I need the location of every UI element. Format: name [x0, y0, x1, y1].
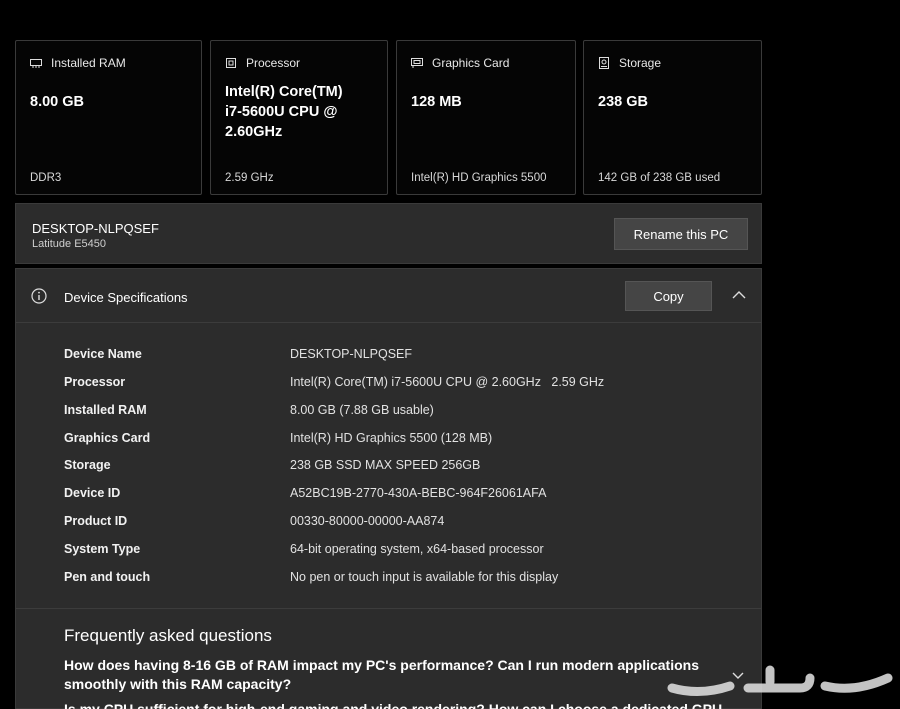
device-specifications-header[interactable]: Device Specifications Copy	[16, 269, 761, 323]
card-title: Processor	[246, 56, 301, 70]
device-specifications-title: Device Specifications	[64, 290, 188, 305]
rename-pc-button[interactable]: Rename this PC	[614, 218, 748, 250]
faq-question[interactable]: How does having 8-16 GB of RAM impact my…	[64, 656, 724, 694]
ram-icon	[30, 57, 42, 69]
processor-icon	[225, 57, 237, 69]
card-sub: 142 GB of 238 GB used	[598, 172, 721, 184]
pc-name: DESKTOP-NLPQSEF	[32, 221, 159, 236]
section-divider	[16, 608, 761, 609]
spec-row: Pen and touch No pen or touch input is av…	[64, 570, 559, 584]
spec-row: Product ID 00330-80000-00000-AA874	[64, 514, 445, 528]
card-sub: 2.59 GHz	[225, 172, 274, 184]
spec-row: Device ID A52BC19B-2770-430A-BEBC-964F260…	[64, 486, 547, 500]
info-icon	[31, 288, 47, 304]
spec-row: Installed RAM 8.00 GB (7.88 GB usable)	[64, 403, 434, 417]
card-sub: DDR3	[30, 172, 62, 184]
watermark-logo	[667, 665, 893, 696]
card-title: Graphics Card	[432, 56, 510, 70]
spec-row: System Type 64-bit operating system, x64-…	[64, 542, 544, 556]
card-value: 128 MB	[411, 94, 462, 110]
card-value: Intel(R) Core(TM) i7-5600U CPU @ 2.60GHz	[225, 84, 343, 140]
device-specifications-panel: Device Specifications Copy Device Name DE…	[15, 268, 762, 709]
storage-icon	[598, 57, 610, 69]
faq-question[interactable]: Is my CPU sufficient for high-end gaming…	[64, 701, 724, 709]
chevron-up-icon[interactable]	[729, 287, 749, 303]
graphics-card-icon	[411, 57, 423, 69]
pc-name-bar: DESKTOP-NLPQSEF Latitude E5450 Rename th…	[15, 203, 762, 264]
card-processor: Processor Intel(R) Core(TM) i7-5600U CPU…	[210, 40, 388, 195]
card-storage: Storage 238 GB 142 GB of 238 GB used	[583, 40, 762, 195]
card-graphics: Graphics Card 128 MB Intel(R) HD Graphic…	[396, 40, 576, 195]
card-installed-ram: Installed RAM 8.00 GB DDR3	[15, 40, 202, 195]
card-value: 238 GB	[598, 94, 648, 110]
spec-row: Storage 238 GB SSD MAX SPEED 256GB	[64, 458, 481, 472]
copy-button[interactable]: Copy	[625, 281, 712, 311]
card-title: Installed RAM	[51, 56, 126, 70]
card-value: 8.00 GB	[30, 94, 84, 110]
faq-title: Frequently asked questions	[64, 626, 272, 645]
spec-row: Graphics Card Intel(R) HD Graphics 5500 (…	[64, 431, 493, 445]
card-title: Storage	[619, 56, 662, 70]
spec-row: Device Name DESKTOP-NLPQSEF	[64, 347, 413, 361]
card-sub: Intel(R) HD Graphics 5500	[411, 172, 547, 184]
spec-row: Processor Intel(R) Core(TM) i7-5600U CPU …	[64, 375, 605, 389]
summary-cards: Installed RAM 8.00 GB DDR3 Processor Int…	[15, 40, 762, 195]
pc-model: Latitude E5450	[32, 238, 107, 250]
